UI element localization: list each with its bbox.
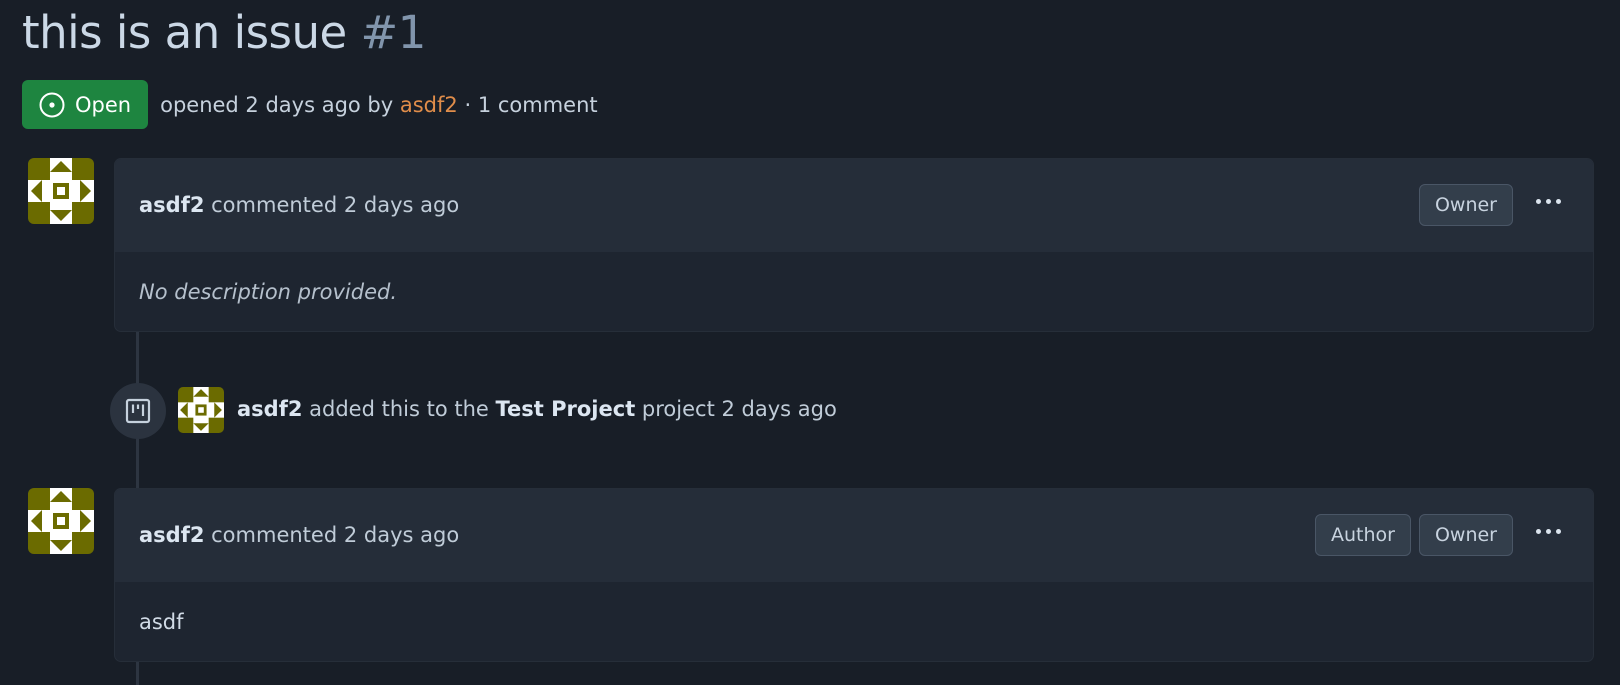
more-options-icon[interactable] [1529,521,1567,541]
timeline-event-text: asdf2 added this to the Test Project pro… [237,397,837,421]
issue-page: this is an issue #1 Open opened 2 days a… [0,0,1620,685]
comment-card: asdf2 commented 2 days ago Author Owner … [114,488,1594,662]
issue-meta-suffix: · 1 comment [464,92,598,117]
comment-timestamp[interactable]: commented 2 days ago [211,523,459,547]
issue-open-icon [39,92,65,117]
comment-header: asdf2 commented 2 days ago Author Owner [115,489,1593,581]
project-board-icon [110,383,166,439]
issue-meta-text: opened 2 days ago by asdf2 · 1 comment [160,93,598,117]
event-text-after: project 2 days ago [641,397,837,421]
comment-timestamp[interactable]: commented 2 days ago [211,193,459,217]
owner-badge: Owner [1418,514,1513,556]
comment-body: No description provided. [115,251,1593,331]
avatar[interactable] [178,387,224,433]
event-user[interactable]: asdf2 [237,397,302,421]
event-project-link[interactable]: Test Project [496,397,636,421]
more-options-icon[interactable] [1529,191,1567,211]
timeline-line [136,660,139,685]
comment-author[interactable]: asdf2 [139,523,204,547]
comment-body: asdf [115,581,1593,661]
issue-title: this is an issue #1 [22,6,426,59]
author-badge: Author [1314,514,1411,556]
issue-meta: Open opened 2 days ago by asdf2 · 1 comm… [22,80,598,129]
issue-meta-prefix: opened 2 days ago by [160,92,394,117]
issue-title-text: this is an issue [22,6,347,59]
avatar[interactable] [28,488,94,554]
issue-author-link[interactable]: asdf2 [400,93,458,117]
issue-state-label: Open [75,92,132,117]
event-text-before: added this to the [309,397,489,421]
issue-number: #1 [360,6,426,59]
avatar-identicon [28,488,94,554]
avatar[interactable] [28,158,94,224]
comment-meta: asdf2 commented 2 days ago [139,193,459,217]
comment-author[interactable]: asdf2 [139,193,204,217]
owner-badge: Owner [1418,184,1513,226]
comment-header: asdf2 commented 2 days ago Owner [115,159,1593,251]
comment-badges: Author Owner [1314,514,1513,556]
issue-state-badge: Open [22,80,149,129]
avatar-identicon [178,387,224,433]
comment-badges: Owner [1418,184,1513,226]
comment-meta: asdf2 commented 2 days ago [139,523,459,547]
avatar-identicon [28,158,94,224]
comment-card: asdf2 commented 2 days ago Owner No desc… [114,158,1594,332]
